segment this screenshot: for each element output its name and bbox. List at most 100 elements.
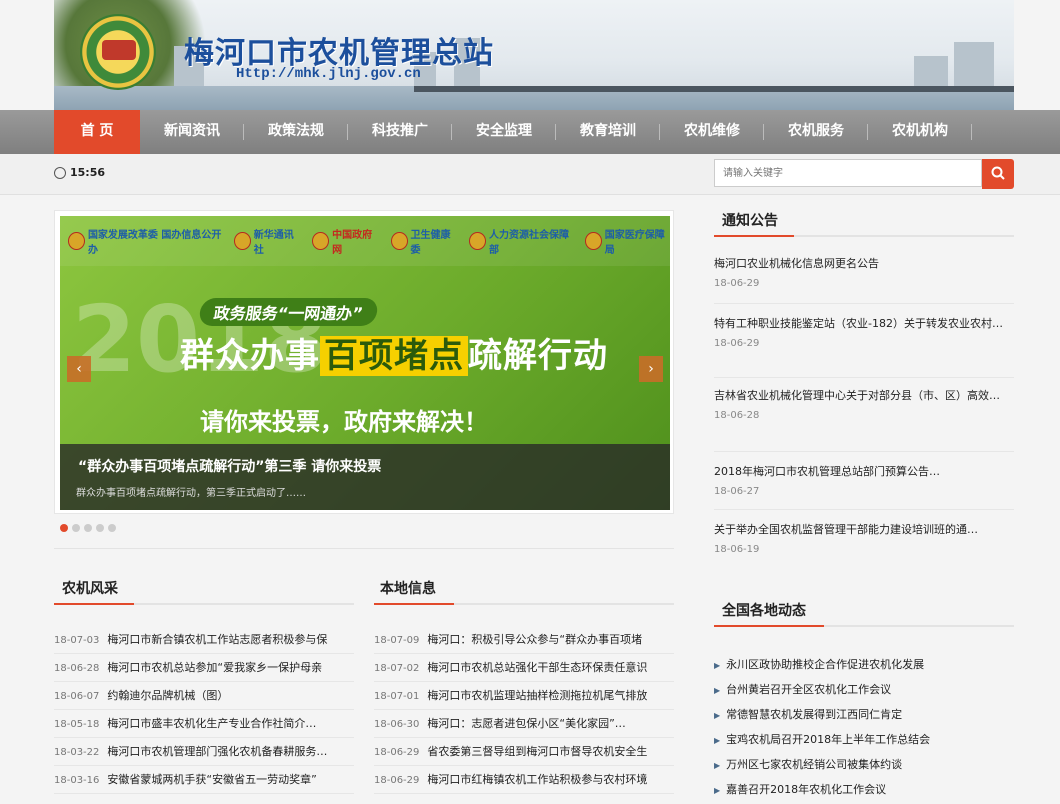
list-item[interactable]: 18-06-30 梅河口：志愿者进包保小区“美化家园”… bbox=[374, 710, 674, 738]
org-label: 国家医疗保障局 bbox=[584, 226, 670, 256]
list-item[interactable]: ▶ 万州区七家农机经销公司被集体约谈 bbox=[714, 752, 1014, 777]
section-title-local[interactable]: 本地信息 bbox=[380, 578, 436, 598]
nav-item-org[interactable]: 农机机构 bbox=[868, 110, 972, 154]
bullet-icon: ▶ bbox=[714, 761, 721, 770]
slide-pill: 政务服务“一网通办” bbox=[198, 298, 380, 326]
clock: 15:56 bbox=[54, 166, 105, 179]
slide-caption-title[interactable]: “群众办事百项堵点疏解行动”第三季 请你来投票 bbox=[78, 456, 381, 476]
nav-label: 安全监理 bbox=[476, 123, 532, 139]
section-underline bbox=[714, 625, 1014, 627]
search-icon bbox=[991, 166, 1005, 180]
slider-dot[interactable] bbox=[96, 524, 104, 532]
notice-item[interactable]: 关于举办全国农机监督管理干部能力建设培训班的通… 18-06-19 bbox=[714, 510, 1014, 566]
list-item[interactable]: 18-06-07 约翰迪尔品牌机械（图） bbox=[54, 682, 354, 710]
notice-item[interactable]: 2018年梅河口市农机管理总站部门预算公告… 18-06-27 bbox=[714, 452, 1014, 510]
slide-caption[interactable]: “群众办事百项堵点疏解行动”第三季 请你来投票 群众办事百项堵点疏解行动，第三季… bbox=[60, 444, 670, 510]
bullet-icon: ▶ bbox=[714, 686, 721, 695]
list-item[interactable]: 18-06-29 省农委第三督导组到梅河口市督导农机安全生 bbox=[374, 738, 674, 766]
org-label: 国家发展改革委 国办信息公开办 bbox=[68, 226, 222, 256]
divider bbox=[54, 548, 674, 549]
list-item[interactable]: 18-03-22 梅河口市农机管理部门强化农机备春耕服务… bbox=[54, 738, 354, 766]
slider-dot[interactable] bbox=[84, 524, 92, 532]
org-label: 中国政府网 bbox=[312, 226, 378, 256]
list-item[interactable]: ▶ 永川区政协助推校企合作促进农机化发展 bbox=[714, 652, 1014, 677]
notice-list: 梅河口农业机械化信息网更名公告 18-06-29 特有工种职业技能鉴定站（农业-1… bbox=[714, 250, 1014, 566]
list-item[interactable]: 18-06-29 梅河口市红梅镇农机工作站积极参与农村环境 bbox=[374, 766, 674, 794]
header-banner: 梅河口市农机管理总站 Http://mhk.jlnj.gov.cn bbox=[54, 0, 1014, 110]
emblem-icon bbox=[68, 232, 85, 250]
list-item[interactable]: 18-03-16 安徽省蒙城两机手获“安徽省五一劳动奖章” bbox=[54, 766, 354, 794]
nav-label: 新闻资讯 bbox=[164, 123, 220, 139]
search-button[interactable] bbox=[982, 159, 1014, 189]
section-title-nongji[interactable]: 农机风采 bbox=[62, 578, 118, 598]
notice-item[interactable]: 梅河口农业机械化信息网更名公告 18-06-29 bbox=[714, 250, 1014, 304]
slider-prev-button[interactable]: ‹ bbox=[67, 356, 91, 382]
main-nav: 首 页 新闻资讯 政策法规 科技推广 安全监理 教育培训 农机维修 农机服务 农… bbox=[0, 110, 1060, 154]
section-underline bbox=[714, 235, 1014, 237]
section-underline bbox=[374, 603, 674, 605]
list-item[interactable]: ▶ 嘉善召开2018年农机化工作会议 bbox=[714, 777, 1014, 802]
emblem-icon bbox=[390, 232, 408, 250]
nav-label: 首 页 bbox=[80, 123, 114, 139]
emblem-icon bbox=[469, 232, 486, 250]
list-item[interactable]: 18-06-28 梅河口市农机总站参加“爱我家乡一保护母亲 bbox=[54, 654, 354, 682]
list-item[interactable]: ▶ 台州黄岩召开全区农机化工作会议 bbox=[714, 677, 1014, 702]
slider-dot[interactable] bbox=[108, 524, 116, 532]
slide-subtitle: 请你来投票，政府来解决！ bbox=[200, 408, 488, 436]
nav-label: 农机服务 bbox=[788, 123, 844, 139]
section-title-national[interactable]: 全国各地动态 bbox=[722, 600, 806, 620]
emblem-icon bbox=[233, 232, 251, 250]
org-label: 人力资源社会保障部 bbox=[469, 226, 573, 256]
slide-org-bar: 国家发展改革委 国办信息公开办 新华通讯社 中国政府网 卫生健康委 人力资源社会… bbox=[60, 216, 670, 266]
nav-item-policy[interactable]: 政策法规 bbox=[244, 110, 348, 154]
nav-item-service[interactable]: 农机服务 bbox=[764, 110, 868, 154]
nav-item-tech[interactable]: 科技推广 bbox=[348, 110, 452, 154]
section-underline bbox=[54, 603, 354, 605]
local-list: 18-07-09 梅河口：积极引导公众参与“群众办事百项堵 18-07-02 梅河口… bbox=[374, 626, 674, 794]
notice-item[interactable]: 吉林省农业机械化管理中心关于对部分县（市、区）高效… 18-06-28 bbox=[714, 378, 1014, 452]
list-item[interactable]: 18-05-18 梅河口市盛丰农机化生产专业合作社简介… bbox=[54, 710, 354, 738]
slide-headline: 群众办事 百项堵点 疏解行动 bbox=[180, 336, 608, 376]
nav-item-education[interactable]: 教育培训 bbox=[556, 110, 660, 154]
nav-item-repair[interactable]: 农机维修 bbox=[660, 110, 764, 154]
nongji-list: 18-07-03 梅河口市新合镇农机工作站志愿者积极参与保 18-06-28 梅河口… bbox=[54, 626, 354, 794]
list-item[interactable]: 18-07-01 梅河口市农机监理站抽样检测拖拉机尾气排放 bbox=[374, 682, 674, 710]
nav-label: 科技推广 bbox=[372, 123, 428, 139]
bullet-icon: ▶ bbox=[714, 711, 721, 720]
banner-bridge bbox=[414, 86, 1014, 92]
emblem-icon bbox=[584, 232, 602, 250]
list-item[interactable]: 18-07-03 梅河口市新合镇农机工作站志愿者积极参与保 bbox=[54, 626, 354, 654]
bullet-icon: ▶ bbox=[714, 736, 721, 745]
bullet-icon: ▶ bbox=[714, 661, 721, 670]
toolbar: 15:56 bbox=[0, 154, 1060, 195]
slide-caption-desc: 群众办事百项堵点疏解行动，第三季正式启动了…… bbox=[76, 488, 306, 499]
org-label: 卫生健康委 bbox=[390, 226, 457, 256]
nav-label: 农机维修 bbox=[684, 123, 740, 139]
list-item[interactable]: 18-07-02 梅河口市农机总站强化干部生态环保责任意识 bbox=[374, 654, 674, 682]
nav-item-home[interactable]: 首 页 bbox=[54, 110, 140, 154]
nav-item-news[interactable]: 新闻资讯 bbox=[140, 110, 244, 154]
nav-label: 农机机构 bbox=[892, 123, 948, 139]
section-title-notices[interactable]: 通知公告 bbox=[722, 210, 778, 230]
notice-item[interactable]: 特有工种职业技能鉴定站（农业-182）关于转发农业农村… 18-06-29 bbox=[714, 304, 1014, 378]
site-url: Http://mhk.jlnj.gov.cn bbox=[236, 66, 421, 82]
slider-dots bbox=[60, 524, 116, 532]
nav-item-safety[interactable]: 安全监理 bbox=[452, 110, 556, 154]
tractor-icon bbox=[102, 40, 136, 60]
list-item[interactable]: ▶ 常德智慧农机发展得到江西同仁肯定 bbox=[714, 702, 1014, 727]
list-item[interactable]: ▶ 宝鸡农机局召开2018年上半年工作总结会 bbox=[714, 727, 1014, 752]
slider-next-button[interactable]: › bbox=[639, 356, 663, 382]
clock-icon bbox=[54, 166, 66, 179]
list-item[interactable]: 18-07-09 梅河口：积极引导公众参与“群众办事百项堵 bbox=[374, 626, 674, 654]
slider-dot[interactable] bbox=[60, 524, 68, 532]
emblem-icon bbox=[312, 232, 330, 250]
site-logo-icon[interactable] bbox=[80, 14, 156, 90]
slide-image[interactable]: 国家发展改革委 国办信息公开办 新华通讯社 中国政府网 卫生健康委 人力资源社会… bbox=[60, 216, 670, 510]
search-input[interactable] bbox=[714, 159, 982, 187]
banner-building bbox=[954, 42, 994, 86]
banner-building bbox=[914, 56, 948, 86]
slider-dot[interactable] bbox=[72, 524, 80, 532]
org-label: 新华通讯社 bbox=[233, 226, 300, 256]
nav-label: 教育培训 bbox=[580, 123, 636, 139]
nav-label: 政策法规 bbox=[268, 123, 324, 139]
